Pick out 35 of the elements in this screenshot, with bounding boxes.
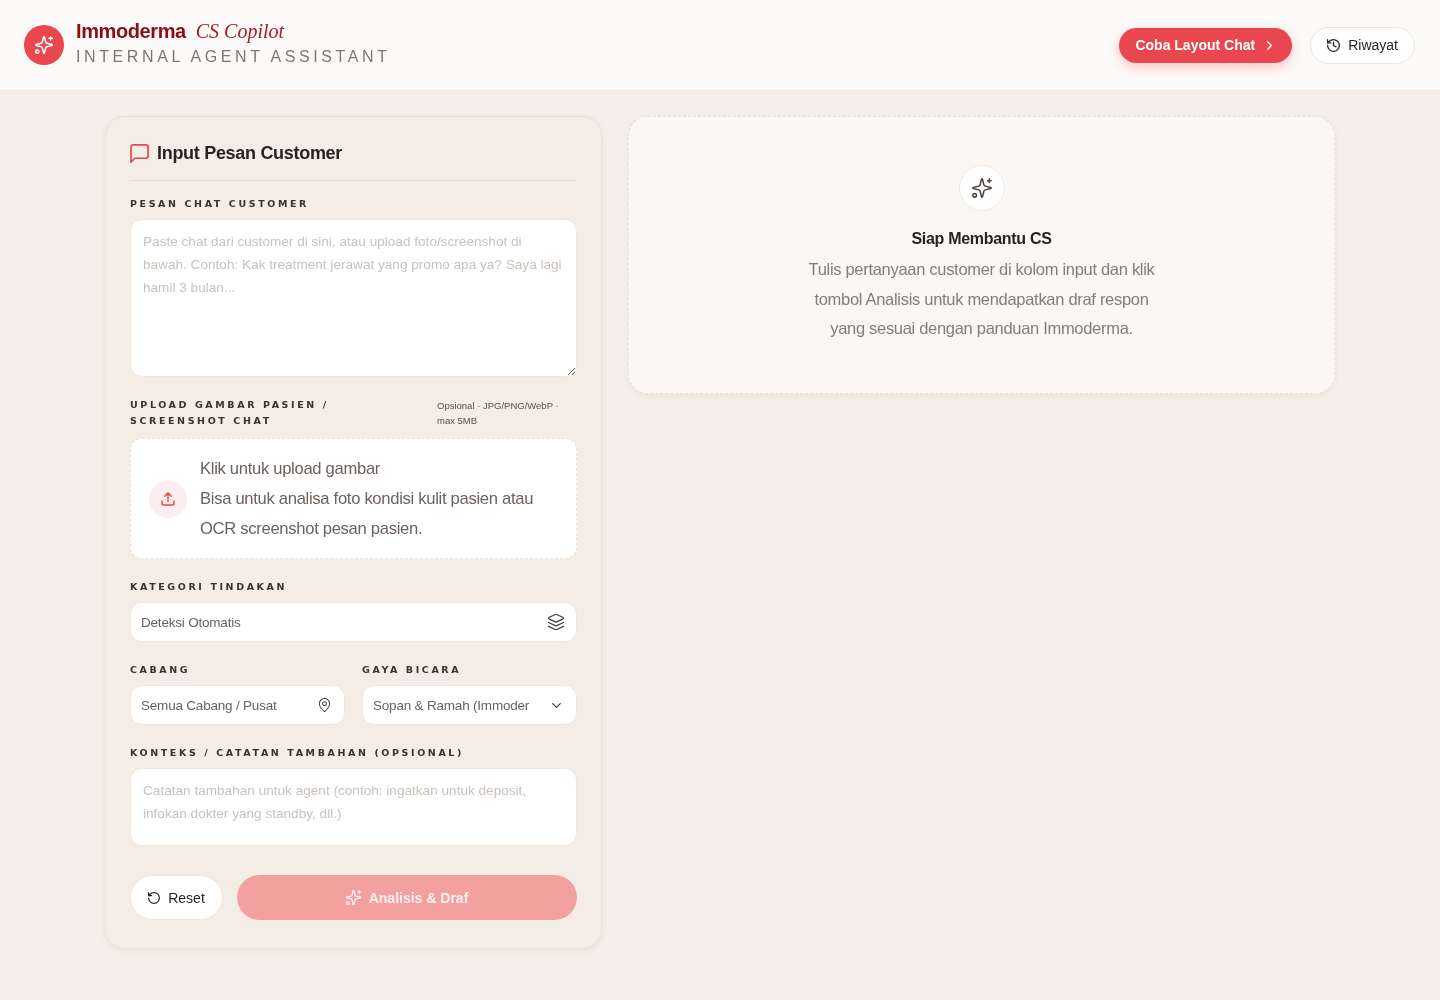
- brand-name: Immoderma: [76, 19, 186, 43]
- upload-description: Bisa untuk analisa foto kondisi kulit pasien atau OCR screenshot pesan pasien.: [200, 487, 535, 540]
- field-label: KATEGORI TINDAKAN: [130, 580, 289, 594]
- chat-bubble-icon: [130, 143, 149, 163]
- message-field[interactable]: Paste chat dari customer di sini, atau upload foto/screenshot di bawah. Contoh: Kak treatment jerawat yang promo apa ya? Saya lagi hamil 3 bulan...: [130, 219, 577, 377]
- notes-field[interactable]: Catatan tambahan untuk agent (contoh: ingatkan untuk deposit, infokan dokter yang standby, dll.): [130, 768, 577, 846]
- field-label: UPLOAD GAMBAR PASIEN / SCREENSHOT CHAT: [130, 398, 330, 428]
- product-name: CS Copilot: [195, 19, 285, 43]
- history-icon: [1327, 38, 1341, 52]
- reset-icon: [148, 891, 161, 904]
- sparkle-icon: [345, 890, 361, 905]
- sparkle-icon: [958, 165, 1005, 211]
- field-label: KONTEKS / CATATAN TAMBAHAN (OPSIONAL): [130, 746, 465, 760]
- empty-state-title: Siap Membantu CS: [911, 229, 1052, 249]
- field-label: GAYA BICARA: [362, 663, 463, 677]
- panel-title: Input Pesan Customer: [157, 142, 343, 165]
- branch-select[interactable]: Semua Cabang / Pusat: [130, 685, 345, 725]
- field-label: CABANG: [130, 663, 192, 677]
- tone-select[interactable]: Sopan & Ramah (Immoder: [362, 685, 577, 725]
- tagline: INTERNAL AGENT ASSISTANT: [76, 47, 391, 67]
- layers-icon: [548, 614, 564, 630]
- map-pin-icon: [319, 698, 330, 712]
- upload-dropzone[interactable]: Klik untuk upload gambar Bisa untuk analisa foto kondisi kulit pasien atau OCR screenshot pesan pasien.: [130, 438, 577, 559]
- upload-title: Klik untuk upload gambar: [200, 457, 382, 480]
- reset-button[interactable]: Reset: [130, 875, 223, 920]
- field-label: PESAN CHAT CUSTOMER: [130, 197, 310, 211]
- history-button[interactable]: Riwayat: [1310, 26, 1415, 64]
- chevron-right-icon: [1267, 40, 1273, 50]
- upload-hint: Opsional · JPG/PNG/WebP · max 5MB: [437, 399, 560, 428]
- chevron-down-icon: [552, 702, 561, 708]
- try-chat-layout-button[interactable]: Coba Layout Chat: [1119, 27, 1293, 63]
- category-select[interactable]: Deteksi Otomatis: [130, 602, 577, 642]
- empty-state-text: Tulis pertanyaan customer di kolom input dan klik tombol Analisis untuk mendapatkan draf respon yang sesuai dengan panduan Immoderma.: [807, 259, 1156, 339]
- logo-icon: [24, 25, 64, 65]
- upload-icon: [149, 479, 187, 518]
